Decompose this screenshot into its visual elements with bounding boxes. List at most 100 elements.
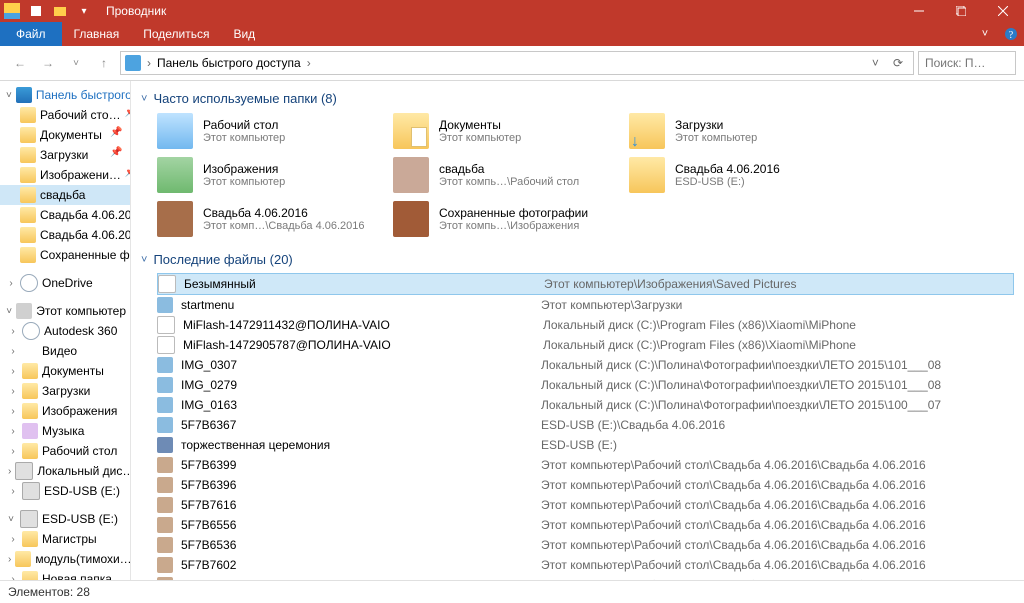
nav-pc-item[interactable]: ›Документы xyxy=(0,361,130,381)
nav-quick-item[interactable]: Документы📌 xyxy=(0,125,130,145)
nav-pc-item[interactable]: ›Музыка xyxy=(0,421,130,441)
folder-icon xyxy=(22,443,38,459)
recent-file-row[interactable]: 5F7B7602Этот компьютер\Рабочий стол\Свад… xyxy=(157,555,1014,575)
qat-newfolder-icon[interactable] xyxy=(50,1,70,21)
navigation-pane[interactable]: ˅ Панель быстрого… Рабочий сто…📌Документ… xyxy=(0,81,131,580)
recent-file-row[interactable]: 5F7B6396Этот компьютер\Рабочий стол\Свад… xyxy=(157,475,1014,495)
refresh-button[interactable]: ⟳ xyxy=(887,56,909,70)
tab-share[interactable]: Поделиться xyxy=(131,22,221,46)
close-button[interactable] xyxy=(982,0,1024,22)
nav-quick-item[interactable]: Свадьба 4.06.20… xyxy=(0,225,130,245)
help-button[interactable]: ? xyxy=(998,22,1024,46)
pin-icon: 📌 xyxy=(125,167,130,183)
recent-file-row[interactable]: startmenuЭтот компьютер\Загрузки xyxy=(157,295,1014,315)
frequent-folder-tile[interactable]: Свадьба 4.06.2016Этот комп…\Свадьба 4.06… xyxy=(157,200,377,238)
nav-pc-item[interactable]: ›Видео xyxy=(0,341,130,361)
recent-file-row[interactable]: торжественная церемонияESD-USB (E:) xyxy=(157,435,1014,455)
recent-locations-button[interactable]: ˅ xyxy=(64,51,88,75)
nav-pc-item[interactable]: ›ESD-USB (E:) xyxy=(0,481,130,501)
nav-quick-item[interactable]: Изображени…📌 xyxy=(0,165,130,185)
recent-files-header[interactable]: ˅ Последние файлы (20) xyxy=(141,248,1014,273)
frequent-folder-tile[interactable]: Сохраненные фотографииЭтот компь…\Изобра… xyxy=(393,200,613,238)
frequent-folder-tile[interactable]: ЗагрузкиЭтот компьютер xyxy=(629,112,849,150)
file-icon xyxy=(157,297,173,313)
nav-quick-access[interactable]: ˅ Панель быстрого… xyxy=(0,85,130,105)
expand-icon[interactable]: › xyxy=(8,486,18,497)
frequent-folders-header[interactable]: ˅ Часто используемые папки (8) xyxy=(141,87,1014,112)
nav-quick-item[interactable]: Свадьба 4.06.20… xyxy=(0,205,130,225)
expand-icon[interactable]: › xyxy=(8,366,18,377)
frequent-folders-grid: Рабочий столЭтот компьютер ДокументыЭтот … xyxy=(141,112,1014,238)
recent-file-row[interactable]: 5F7B7616Этот компьютер\Рабочий стол\Свад… xyxy=(157,495,1014,515)
nav-esd-usb[interactable]: ˅ ESD-USB (E:) xyxy=(0,509,130,529)
recent-file-row[interactable]: 5F7B6399Этот компьютер\Рабочий стол\Свад… xyxy=(157,455,1014,475)
search-box[interactable] xyxy=(918,51,1016,75)
forward-button[interactable]: → xyxy=(36,51,60,75)
frequent-folder-tile[interactable]: свадьбаЭтот компь…\Рабочий стол xyxy=(393,156,613,194)
nav-quick-item[interactable]: Сохраненные ф… xyxy=(0,245,130,265)
expand-icon[interactable]: › xyxy=(8,466,11,477)
recent-file-row[interactable]: IMG_0307Локальный диск (C:)\Полина\Фотог… xyxy=(157,355,1014,375)
nav-pc-item[interactable]: ›Локальный дис… xyxy=(0,461,130,481)
frequent-folder-tile[interactable]: Рабочий столЭтот компьютер xyxy=(157,112,377,150)
folder-thumb xyxy=(393,157,429,193)
expand-icon[interactable]: › xyxy=(8,346,18,357)
nav-quick-item[interactable]: Загрузки📌 xyxy=(0,145,130,165)
expand-icon[interactable]: › xyxy=(8,326,18,337)
qat-properties-icon[interactable] xyxy=(26,1,46,21)
recent-file-row[interactable]: MiFlash-1472911432@ПОЛИНА-VAIOЛокальный … xyxy=(157,315,1014,335)
collapse-icon[interactable]: ˅ xyxy=(6,90,12,101)
recent-file-row[interactable]: 5F7B6556Этот компьютер\Рабочий стол\Свад… xyxy=(157,515,1014,535)
recent-file-row[interactable]: IMG_0163Локальный диск (C:)\Полина\Фотог… xyxy=(157,395,1014,415)
recent-file-row[interactable]: 5F7B6536Этот компьютер\Рабочий стол\Свад… xyxy=(157,535,1014,555)
recent-file-row[interactable]: MiFlash-1472905787@ПОЛИНА-VAIOЛокальный … xyxy=(157,335,1014,355)
qat-dropdown-icon[interactable]: ▾ xyxy=(74,1,94,21)
status-bar: Элементов: 28 xyxy=(0,580,1024,603)
search-input[interactable] xyxy=(923,55,1011,71)
minimize-button[interactable] xyxy=(898,0,940,22)
expand-icon[interactable]: › xyxy=(8,386,18,397)
expand-icon[interactable]: › xyxy=(8,426,18,437)
recent-file-row[interactable]: БезымянныйЭтот компьютер\Изображения\Sav… xyxy=(157,273,1014,295)
nav-this-pc[interactable]: ˅ Этот компьютер xyxy=(0,301,130,321)
ribbon-expand-icon[interactable]: ˅ xyxy=(972,22,998,46)
maximize-button[interactable] xyxy=(940,0,982,22)
nav-esd-item[interactable]: ›Новая папка xyxy=(0,569,130,580)
folder-thumb xyxy=(157,201,193,237)
nav-pc-item[interactable]: ›Изображения xyxy=(0,401,130,421)
tab-home[interactable]: Главная xyxy=(62,22,132,46)
address-bar[interactable]: › Панель быстрого доступа › ˅ ⟳ xyxy=(120,51,914,75)
chevron-down-icon[interactable]: ˅ xyxy=(141,254,147,266)
expand-icon[interactable]: › xyxy=(8,406,18,417)
file-tab[interactable]: Файл xyxy=(0,22,62,46)
expand-icon[interactable]: › xyxy=(8,554,11,565)
nav-pc-item[interactable]: ›Autodesk 360 xyxy=(0,321,130,341)
tab-view[interactable]: Вид xyxy=(221,22,267,46)
nav-pc-item[interactable]: ›Рабочий стол xyxy=(0,441,130,461)
expand-icon[interactable]: › xyxy=(8,534,18,545)
chevron-down-icon[interactable]: ˅ xyxy=(141,93,147,105)
video-icon xyxy=(22,343,38,359)
collapse-icon[interactable]: ˅ xyxy=(6,514,16,525)
nav-pc-item[interactable]: ›Загрузки xyxy=(0,381,130,401)
nav-esd-item[interactable]: ›Магистры xyxy=(0,529,130,549)
drive-icon xyxy=(22,482,40,500)
expand-icon[interactable]: › xyxy=(6,278,16,289)
nav-esd-item[interactable]: ›модуль(тимохи… xyxy=(0,549,130,569)
frequent-folder-tile[interactable]: ИзображенияЭтот компьютер xyxy=(157,156,377,194)
frequent-folder-tile[interactable]: Свадьба 4.06.2016ESD-USB (E:) xyxy=(629,156,849,194)
recent-file-row[interactable]: IMG_0279Локальный диск (C:)\Полина\Фотог… xyxy=(157,375,1014,395)
breadcrumb-segment[interactable]: Панель быстрого доступа xyxy=(157,56,301,70)
nav-onedrive[interactable]: › OneDrive xyxy=(0,273,130,293)
up-button[interactable]: ↑ xyxy=(92,51,116,75)
nav-quick-item[interactable]: свадьба xyxy=(0,185,130,205)
frequent-folder-tile[interactable]: ДокументыЭтот компьютер xyxy=(393,112,613,150)
nav-quick-item[interactable]: Рабочий сто…📌 xyxy=(0,105,130,125)
expand-icon[interactable]: › xyxy=(8,446,18,457)
collapse-icon[interactable]: ˅ xyxy=(6,306,12,317)
back-button[interactable]: ← xyxy=(8,51,32,75)
svg-text:?: ? xyxy=(1009,30,1014,41)
address-dropdown-icon[interactable]: ˅ xyxy=(866,56,885,70)
recent-file-row[interactable]: 5F7B6367ESD-USB (E:)\Свадьба 4.06.2016 xyxy=(157,415,1014,435)
content-pane[interactable]: ˅ Часто используемые папки (8) Рабочий с… xyxy=(131,81,1024,580)
